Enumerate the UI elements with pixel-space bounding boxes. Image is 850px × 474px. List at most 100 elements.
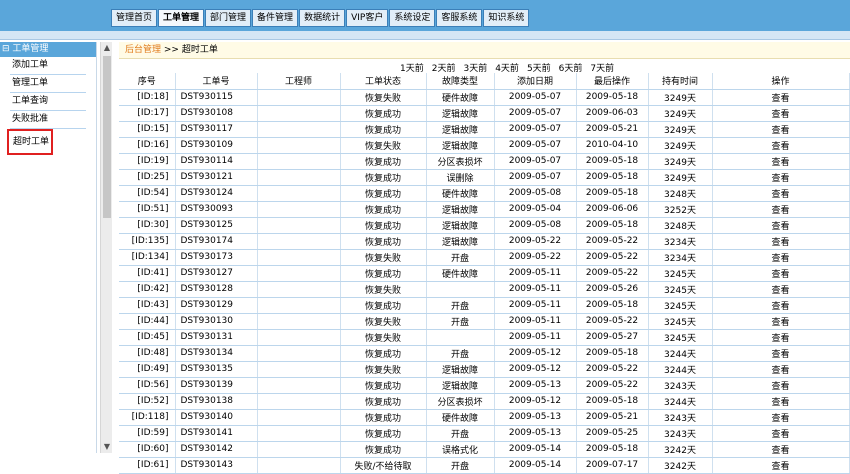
table-cell: [ID:54] [119, 185, 176, 202]
table-cell: 3245天 [648, 297, 713, 314]
table-cell: 恢复成功 [340, 297, 427, 314]
table-cell: 2009-05-21 [576, 409, 649, 426]
sidebar-item-0[interactable]: 添加工单 [10, 57, 86, 75]
scroll-up-icon[interactable]: ▲ [101, 42, 113, 54]
table-cell: DST930115 [175, 89, 258, 106]
view-link[interactable]: 查看 [712, 217, 850, 234]
sidebar-item-3[interactable]: 失败批准 [10, 111, 86, 129]
table-cell: DST930130 [175, 313, 258, 330]
table-row: [ID:61] DST930143 失败/不给待取 开盘 2009-05-14 2009-… [119, 457, 850, 474]
view-link[interactable]: 查看 [712, 185, 850, 202]
table-cell: 恢复成功 [340, 121, 427, 138]
table-cell: [ID:41] [119, 265, 176, 282]
table-cell: [ID:19] [119, 153, 176, 170]
sidebar-item-2[interactable]: 工单查询 [10, 93, 86, 111]
table-row: [ID:19] DST930114 恢复成功 分区表损坏 2009-05-07 2009-… [119, 153, 850, 170]
table-cell: 分区表损坏 [426, 153, 495, 170]
view-link[interactable]: 查看 [712, 393, 850, 410]
table-cell: 3244天 [648, 345, 713, 362]
table-cell: 恢复成功 [340, 409, 427, 426]
table-cell: 2009-05-18 [576, 393, 649, 410]
breadcrumb-home[interactable]: 后台管理 [125, 45, 161, 55]
table-cell: 恢复成功 [340, 201, 427, 218]
view-link[interactable]: 查看 [712, 105, 850, 122]
view-link[interactable]: 查看 [712, 361, 850, 378]
table-row: [ID:51] DST930093 恢复成功 逻辑故障 2009-05-04 2009-0… [119, 201, 850, 218]
view-link[interactable]: 查看 [712, 297, 850, 314]
table-cell [257, 329, 341, 346]
table-cell: DST930109 [175, 137, 258, 154]
sidebar-item-1[interactable]: 管理工单 [10, 75, 86, 93]
tab-1[interactable]: 工单管理 [158, 9, 205, 27]
view-link[interactable]: 查看 [712, 265, 850, 282]
table-cell: 3249天 [648, 169, 713, 186]
table-cell: 2009-05-07 [494, 169, 577, 186]
scroll-down-icon[interactable]: ▼ [101, 441, 113, 453]
view-link[interactable]: 查看 [712, 425, 850, 442]
column-header: 序号 [119, 73, 176, 90]
column-header: 添加日期 [494, 73, 577, 90]
table-cell [257, 89, 341, 106]
table-cell: 硬件故障 [426, 265, 495, 282]
table-cell: [ID:15] [119, 121, 176, 138]
table-cell: DST930142 [175, 441, 258, 458]
view-link[interactable]: 查看 [712, 281, 850, 298]
top-nav-bar: 管理首页 工单管理 部门管理 备件管理 数据统计 VIP客户 系统设定 客服系统 知识系统 [0, 0, 850, 31]
table-cell: 2009-05-18 [576, 297, 649, 314]
table-cell: DST930128 [175, 281, 258, 298]
sidebar-title[interactable]: ⊟ 工单管理 [0, 42, 96, 57]
tab-0[interactable]: 管理首页 [111, 9, 158, 27]
view-link[interactable]: 查看 [712, 137, 850, 154]
sub-nav-strip [0, 31, 850, 40]
table-cell: 2009-05-18 [576, 153, 649, 170]
table-row: [ID:49] DST930135 恢复失败 逻辑故障 2009-05-12 2009-0… [119, 361, 850, 378]
table-cell: 3242天 [648, 441, 713, 458]
view-link[interactable]: 查看 [712, 153, 850, 170]
view-link[interactable]: 查看 [712, 121, 850, 138]
table-cell: DST930135 [175, 361, 258, 378]
scroll-thumb[interactable] [103, 56, 111, 218]
tab-3[interactable]: 备件管理 [252, 9, 299, 27]
view-link[interactable]: 查看 [712, 169, 850, 186]
view-link[interactable]: 查看 [712, 329, 850, 346]
table-cell: 2009-05-22 [576, 249, 649, 266]
table-cell: 失败/不给待取 [340, 457, 427, 474]
table-cell: 逻辑故障 [426, 361, 495, 378]
tab-7[interactable]: 客服系统 [436, 9, 483, 27]
view-link[interactable]: 查看 [712, 441, 850, 458]
table-cell: [ID:135] [119, 233, 176, 250]
tab-6[interactable]: 系统设定 [389, 9, 436, 27]
table-cell: 逻辑故障 [426, 377, 495, 394]
table-cell: 2009-05-18 [576, 217, 649, 234]
tab-4[interactable]: 数据统计 [299, 9, 346, 27]
tab-2[interactable]: 部门管理 [205, 9, 252, 27]
view-link[interactable]: 查看 [712, 201, 850, 218]
view-link[interactable]: 查看 [712, 249, 850, 266]
table-cell: 2009-05-18 [576, 185, 649, 202]
breadcrumb: 后台管理 >> 超时工单 [119, 42, 850, 59]
view-link[interactable]: 查看 [712, 233, 850, 250]
table-cell: 恢复成功 [340, 169, 427, 186]
table-cell: 2009-05-12 [494, 345, 577, 362]
view-link[interactable]: 查看 [712, 409, 850, 426]
tab-5[interactable]: VIP客户 [346, 9, 389, 27]
table-cell: 2009-05-25 [576, 425, 649, 442]
table-row: [ID:52] DST930138 恢复成功 分区表损坏 2009-05-12 2009-… [119, 393, 850, 410]
view-link[interactable]: 查看 [712, 457, 850, 474]
column-header: 最后操作 [576, 73, 649, 90]
view-link[interactable]: 查看 [712, 89, 850, 106]
table-cell: [ID:30] [119, 217, 176, 234]
tab-8[interactable]: 知识系统 [483, 9, 530, 27]
table-row: [ID:41] DST930127 恢复成功 硬件故障 2009-05-11 2009-0… [119, 265, 850, 282]
vertical-scrollbar[interactable]: ▲ ▼ [100, 42, 112, 453]
table-cell: 开盘 [426, 249, 495, 266]
table-cell: 2009-05-13 [494, 409, 577, 426]
sidebar: ⊟ 工单管理 添加工单 管理工单 工单查询 失败批准 超时工单 [0, 42, 97, 453]
table-cell: 3243天 [648, 377, 713, 394]
view-link[interactable]: 查看 [712, 313, 850, 330]
view-link[interactable]: 查看 [712, 377, 850, 394]
table-header-row: 序号 工单号 工程师 工单状态 故障类型 添加日期 最后操作 持有时间 操作 [119, 73, 850, 90]
view-link[interactable]: 查看 [712, 345, 850, 362]
table-cell: DST930140 [175, 409, 258, 426]
sidebar-item-4[interactable]: 超时工单 [7, 129, 53, 155]
